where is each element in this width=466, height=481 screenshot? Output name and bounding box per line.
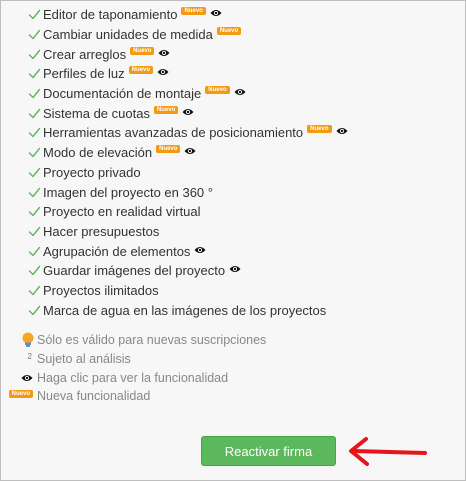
- checkmark-icon: [28, 147, 41, 158]
- eye-icon[interactable]: [194, 246, 206, 254]
- feature-label: Editor de taponamiento: [43, 7, 178, 23]
- new-badge: Nuevo: [205, 86, 230, 95]
- feature-item: Proyecto en realidad virtual: [28, 202, 458, 222]
- checkmark-icon: [28, 187, 41, 197]
- feature-label: Modo de elevación: [43, 145, 153, 161]
- eye-icon[interactable]: [234, 88, 246, 96]
- feature-item: Sistema de cuotas Nuevo: [28, 103, 458, 123]
- eye-icon: [21, 374, 33, 381]
- checkmark-icon: [28, 226, 41, 237]
- eye-icon[interactable]: [336, 127, 348, 135]
- feature-item: Herramientas avanzadas de posicionamient…: [28, 123, 458, 143]
- new-badge: Nuevo: [8, 390, 33, 399]
- new-badge: Nuevo: [181, 7, 206, 16]
- new-badge: Nuevo: [128, 66, 153, 75]
- checkmark-icon: [28, 285, 41, 296]
- feature-label: Perfiles de luz: [43, 66, 125, 82]
- feature-item: Marca de agua en las imágenes de los pro…: [28, 300, 458, 320]
- note-subject-to-analysis-text: Sujeto al análisis: [37, 352, 131, 367]
- checkmark-icon: [28, 128, 41, 138]
- checkmark-icon: [28, 29, 41, 40]
- new-badge: Nuevo: [156, 145, 181, 154]
- footnote-mark: 2: [27, 351, 32, 361]
- note-new-feature: Nuevo Nueva funcionalidad: [8, 387, 411, 406]
- checkmark-icon: [28, 266, 41, 276]
- feature-item: Proyectos ilimitados: [28, 281, 458, 301]
- feature-item: Imagen del proyecto en 360 °: [28, 182, 458, 202]
- lightbulb-icon: [22, 332, 34, 348]
- feature-label: Guardar imágenes del proyecto: [43, 263, 226, 279]
- feature-item: Editor de taponamiento Nuevo: [28, 5, 458, 25]
- feature-label: Sistema de cuotas: [43, 105, 150, 121]
- eye-icon[interactable]: [182, 108, 194, 116]
- feature-item: Documentación de montaje Nuevo: [28, 84, 458, 104]
- reactivate-subscription-button[interactable]: Reactivar firma: [201, 436, 336, 466]
- eye-icon[interactable]: [210, 9, 222, 17]
- new-badge: Nuevo: [153, 105, 179, 114]
- note-click-to-see-text: Haga clic para ver la funcionalidad: [37, 370, 229, 385]
- subscription-features-panel: Editor de taponamiento Nuevo Cambiar unida…: [0, 0, 466, 481]
- checkmark-icon: [28, 10, 41, 20]
- feature-item: Proyecto privado: [28, 163, 458, 183]
- checkmark-icon: [28, 49, 41, 59]
- feature-item: Guardar imágenes del proyecto: [28, 261, 458, 281]
- red-arrow-annotation: [349, 437, 427, 466]
- checkmark-icon: [28, 88, 41, 99]
- feature-item: Crear arreglos Nuevo: [28, 44, 458, 64]
- checkmark-icon: [28, 305, 41, 315]
- new-badge: Nuevo: [307, 125, 332, 134]
- eye-icon[interactable]: [158, 49, 170, 57]
- feature-label: Marca de agua en las imágenes de los pro…: [43, 302, 327, 318]
- feature-label: Proyectos ilimitados: [43, 282, 159, 298]
- eye-icon[interactable]: [184, 147, 196, 155]
- feature-label: Crear arreglos: [43, 46, 127, 62]
- legend-notes: Sólo es válido para nuevas suscripciones…: [8, 331, 411, 406]
- feature-label: Agrupación de elementos: [43, 243, 191, 259]
- feature-label: Documentación de montaje: [43, 86, 202, 102]
- feature-item: Agrupación de elementos: [28, 241, 458, 261]
- feature-label: Proyecto en realidad virtual: [43, 204, 201, 220]
- note-click-to-see: Haga clic para ver la funcionalidad: [11, 368, 411, 387]
- note-new-subscriptions-text: Sólo es válido para nuevas suscripciones: [37, 333, 267, 348]
- feature-item: Modo de elevación Nuevo: [28, 143, 458, 163]
- new-badge: Nuevo: [216, 27, 242, 36]
- checkmark-icon: [28, 167, 41, 178]
- note-subject-to-analysis: 2 Sujeto al análisis: [11, 350, 411, 369]
- note-new-subscriptions: Sólo es válido para nuevas suscripciones: [11, 331, 411, 350]
- checkmark-icon: [28, 69, 41, 79]
- feature-label: Herramientas avanzadas de posicionamient…: [43, 125, 304, 141]
- feature-label: Imagen del proyecto en 360 °: [43, 184, 213, 200]
- feature-label: Proyecto privado: [43, 164, 141, 180]
- eye-icon[interactable]: [157, 68, 169, 76]
- eye-icon[interactable]: [229, 265, 241, 273]
- note-new-feature-text: Nueva funcionalidad: [37, 389, 151, 404]
- new-badge: Nuevo: [130, 46, 155, 55]
- feature-list: Editor de taponamiento Nuevo Cambiar unida…: [28, 5, 458, 320]
- feature-item: Perfiles de luz Nuevo: [28, 64, 458, 84]
- feature-item: Cambiar unidades de medida Nuevo: [28, 25, 458, 45]
- feature-item: Hacer presupuestos: [28, 222, 458, 242]
- checkmark-icon: [28, 207, 41, 217]
- feature-label: Hacer presupuestos: [43, 223, 160, 239]
- checkmark-icon: [28, 246, 41, 256]
- checkmark-icon: [28, 108, 41, 118]
- feature-label: Cambiar unidades de medida: [43, 27, 213, 43]
